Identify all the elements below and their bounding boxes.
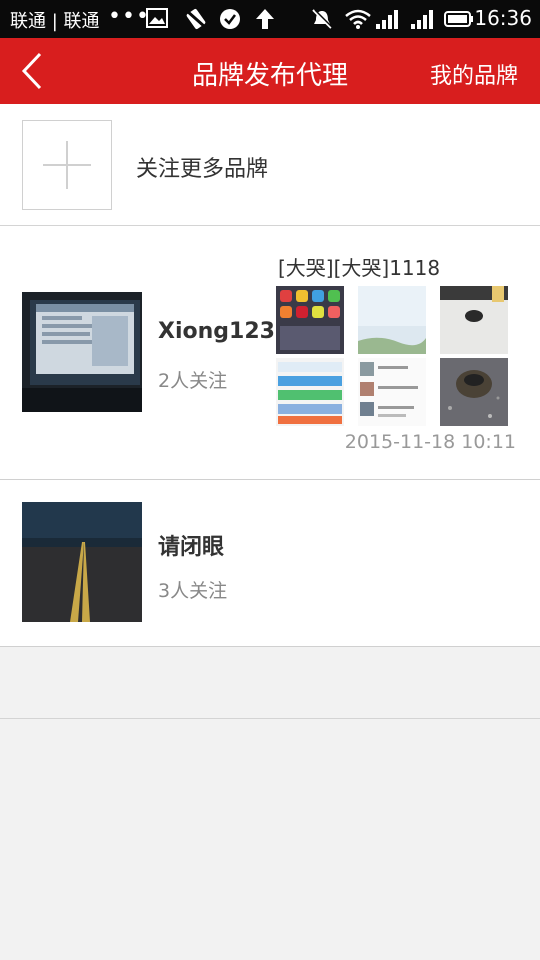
post-timestamp: 2015-11-18 10:11 xyxy=(344,431,516,453)
status-bar: 联通 | 联通 ••• 16:36 xyxy=(0,0,540,38)
post-text: [大哭][大哭]1118 xyxy=(278,256,441,280)
clock: 16:36 xyxy=(474,6,532,30)
post-photo[interactable] xyxy=(440,286,508,354)
follow-more-row[interactable]: 关注更多品牌 xyxy=(0,104,540,226)
title-bar: 品牌发布代理 我的品牌 xyxy=(0,38,540,104)
brand-card[interactable]: Xiong123 2人关注 [大哭][大哭]1118 2015-11-18 10… xyxy=(0,226,540,480)
carrier-label: 联通 | 联通 xyxy=(10,11,100,32)
plus-icon xyxy=(43,141,91,189)
add-brand-button[interactable] xyxy=(22,120,112,210)
check-circle-icon xyxy=(220,9,240,29)
image-icon xyxy=(146,8,168,28)
post-photo[interactable] xyxy=(276,286,344,354)
follower-count: 3人关注 xyxy=(158,580,228,602)
road-photo xyxy=(22,502,142,622)
no-sim-icon xyxy=(186,8,206,30)
my-brands-button[interactable]: 我的品牌 xyxy=(430,58,518,90)
brand-name: 请闭眼 xyxy=(158,535,225,560)
post-photo[interactable] xyxy=(440,358,508,426)
mute-icon xyxy=(312,9,333,29)
brand-card[interactable]: 请闭眼 3人关注 xyxy=(0,480,540,647)
signal-icon-1 xyxy=(376,10,398,29)
monitor-photo xyxy=(22,292,142,412)
follow-more-label: 关注更多品牌 xyxy=(136,157,269,182)
brand-name: Xiong123 xyxy=(158,319,275,344)
signal-icon-2 xyxy=(411,10,433,29)
wifi-icon xyxy=(345,9,371,29)
upload-arrow-icon xyxy=(256,9,274,29)
post-photo[interactable] xyxy=(358,286,426,354)
post-photo-grid xyxy=(276,286,508,426)
post-photo[interactable] xyxy=(358,358,426,426)
brand-avatar xyxy=(22,292,142,412)
post-photo[interactable] xyxy=(276,358,344,426)
battery-icon xyxy=(444,11,473,27)
brand-avatar xyxy=(22,502,142,622)
more-notifications-icon: ••• xyxy=(108,4,150,29)
follower-count: 2人关注 xyxy=(158,370,228,392)
divider xyxy=(0,718,540,719)
